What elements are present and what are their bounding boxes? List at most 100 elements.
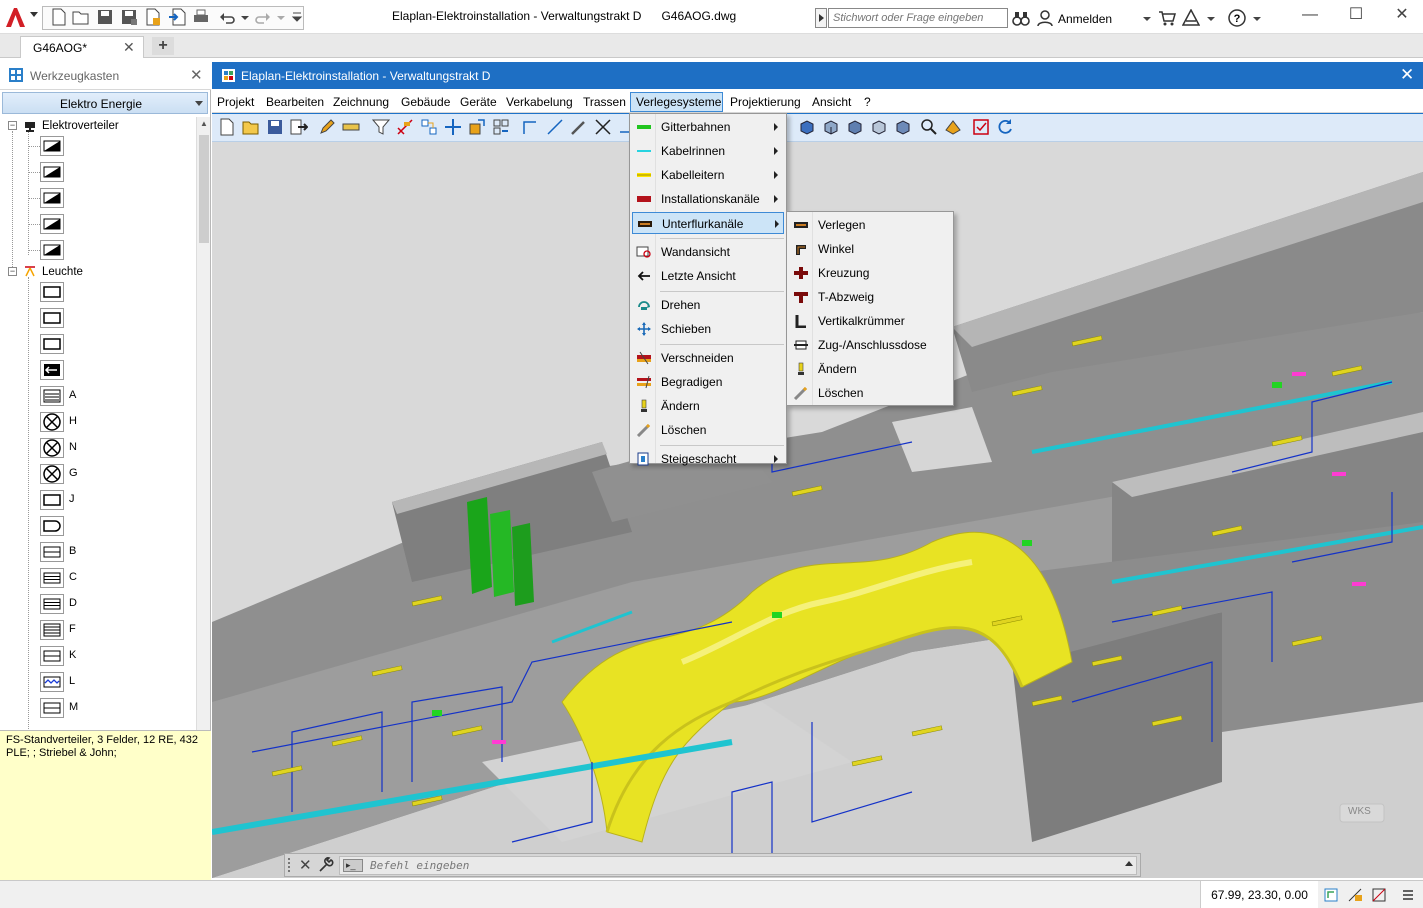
close-icon[interactable]: ✕ <box>299 856 312 874</box>
save-icon[interactable] <box>266 118 284 136</box>
save-as-icon[interactable] <box>120 8 138 26</box>
menu-item-winkel[interactable]: Winkel <box>789 238 951 260</box>
undo-icon[interactable] <box>218 8 236 26</box>
symbol-luminaire[interactable] <box>40 490 64 510</box>
symbol-lamp-x[interactable] <box>40 438 64 458</box>
move-cross-icon[interactable] <box>444 118 462 136</box>
symbol-distribution-board[interactable] <box>40 214 64 234</box>
search-expand-button[interactable] <box>815 8 827 28</box>
new-file-icon[interactable] <box>50 8 68 26</box>
new-file-icon[interactable] <box>218 118 236 136</box>
toolbox-close-icon[interactable]: ✕ <box>190 66 203 84</box>
symbol-luminaire-lines[interactable] <box>40 568 64 588</box>
edit-lines-icon[interactable] <box>396 118 414 136</box>
menu-geraete[interactable]: Geräte <box>460 95 497 109</box>
symbol-luminaire-emergency[interactable] <box>40 360 64 380</box>
line-icon[interactable] <box>546 118 564 136</box>
print-icon[interactable] <box>192 8 210 26</box>
menu-bearbeiten[interactable]: Bearbeiten <box>266 95 324 109</box>
coordinates-readout[interactable]: 67.99, 23.30, 0.00 <box>1200 881 1318 908</box>
customize-status-icon[interactable] <box>1400 887 1416 903</box>
signin-dropdown-icon[interactable] <box>1138 9 1156 27</box>
menu-verkabelung[interactable]: Verkabelung <box>506 95 573 109</box>
user-icon[interactable] <box>1036 9 1054 27</box>
undo-dropdown-icon[interactable] <box>236 8 254 26</box>
workspace-icon[interactable] <box>1371 887 1387 903</box>
3d-box-icon[interactable] <box>798 118 816 136</box>
menu-item-unterflurkanäle[interactable]: Unterflurkanäle <box>632 212 784 234</box>
menu-item-kreuzung[interactable]: Kreuzung <box>789 262 951 284</box>
scroll-up-icon[interactable]: ▲ <box>200 119 208 128</box>
a360-dropdown-icon[interactable] <box>1202 9 1220 27</box>
import-icon[interactable] <box>168 8 186 26</box>
symbol-luminaire-line[interactable] <box>40 542 64 562</box>
autodesk-a360-icon[interactable] <box>1182 9 1200 27</box>
drawing-window-close-icon[interactable]: ✕ <box>1400 65 1414 85</box>
trim-cross-icon[interactable] <box>594 118 612 136</box>
close-window-button[interactable]: ✕ <box>1382 4 1422 26</box>
menu-item-löschen[interactable]: Löschen <box>789 382 951 404</box>
zoom-window-icon[interactable] <box>920 118 938 136</box>
array-icon[interactable] <box>492 118 510 136</box>
symbol-luminaire-wave[interactable] <box>40 672 64 692</box>
tree-node-elektroverteiler[interactable]: Elektroverteiler <box>42 117 119 135</box>
close-tab-icon[interactable]: ✕ <box>123 39 135 56</box>
menu-item-t-abzweig[interactable]: T-Abzweig <box>789 286 951 308</box>
menu-item-verlegen[interactable]: Verlegen <box>789 214 951 236</box>
menu-item-vertikalkrümmer[interactable]: Vertikalkrümmer <box>789 310 951 332</box>
menu-gebaeude[interactable]: Gebäude <box>401 95 450 109</box>
polyline-icon[interactable] <box>522 118 540 136</box>
autocad-logo-icon[interactable] <box>4 6 26 28</box>
3d-view-back-icon[interactable] <box>894 118 912 136</box>
help-dropdown-icon[interactable] <box>1248 9 1266 27</box>
insert-block-icon[interactable] <box>290 118 308 136</box>
tree-collapse-icon[interactable]: − <box>8 267 17 276</box>
menu-item-schieben[interactable]: Schieben <box>632 318 784 340</box>
scale-icon[interactable] <box>468 118 486 136</box>
menu-help[interactable]: ? <box>864 95 871 109</box>
ruler-icon[interactable] <box>342 118 360 136</box>
search-input[interactable] <box>828 8 1008 28</box>
group-icon[interactable] <box>420 118 438 136</box>
symbol-distribution-board[interactable] <box>40 188 64 208</box>
app-menu-caret-icon[interactable] <box>30 12 38 17</box>
menu-item-letzte-ansicht[interactable]: Letzte Ansicht <box>632 265 784 287</box>
tree-node-leuchte[interactable]: Leuchte <box>42 263 83 281</box>
red-check-icon[interactable] <box>972 118 990 136</box>
symbol-distribution-board[interactable] <box>40 162 64 182</box>
cart-icon[interactable] <box>1158 9 1176 27</box>
symbol-luminaire[interactable] <box>40 282 64 302</box>
symbol-lamp-x[interactable] <box>40 464 64 484</box>
export-icon[interactable] <box>144 8 162 26</box>
menu-ansicht[interactable]: Ansicht <box>812 95 851 109</box>
menu-verlegesysteme[interactable]: Verlegesysteme <box>636 95 721 109</box>
open-folder-icon[interactable] <box>242 118 260 136</box>
menu-item-steigeschacht[interactable]: Steigeschacht <box>632 448 784 470</box>
redo-icon[interactable] <box>254 8 272 26</box>
tree-collapse-icon[interactable]: − <box>8 121 17 130</box>
symbol-lamp-x[interactable] <box>40 412 64 432</box>
3d-view-iso-icon[interactable] <box>870 118 888 136</box>
3d-view-front-icon[interactable] <box>822 118 840 136</box>
minimize-button[interactable]: — <box>1290 4 1330 26</box>
save-icon[interactable] <box>96 8 114 26</box>
menu-item-ändern[interactable]: Ändern <box>789 358 951 380</box>
symbol-luminaire-line[interactable] <box>40 646 64 666</box>
menu-item-installationskanäle[interactable]: Installationskanäle <box>632 188 784 210</box>
wcs-label[interactable]: WKS <box>1348 806 1371 817</box>
customize-qat-icon[interactable] <box>288 8 306 26</box>
symbol-distribution-board[interactable] <box>40 136 64 156</box>
menu-zeichnung[interactable]: Zeichnung <box>333 95 389 109</box>
grip-handle[interactable] <box>288 858 294 872</box>
menu-projekt[interactable]: Projekt <box>217 95 254 109</box>
menu-item-verschneiden[interactable]: Verschneiden <box>632 347 784 369</box>
symbol-luminaire-line[interactable] <box>40 698 64 718</box>
menu-item-wandansicht[interactable]: Wandansicht <box>632 241 784 263</box>
menu-item-ändern[interactable]: Ändern <box>632 395 784 417</box>
symbol-luminaire-lines[interactable] <box>40 620 64 640</box>
menu-item-löschen[interactable]: Löschen <box>632 419 784 441</box>
refresh-icon[interactable] <box>996 118 1014 136</box>
menu-item-kabelleitern[interactable]: Kabelleitern <box>632 164 784 186</box>
category-select[interactable]: Elektro Energie <box>2 92 208 114</box>
filter-icon[interactable] <box>372 118 390 136</box>
